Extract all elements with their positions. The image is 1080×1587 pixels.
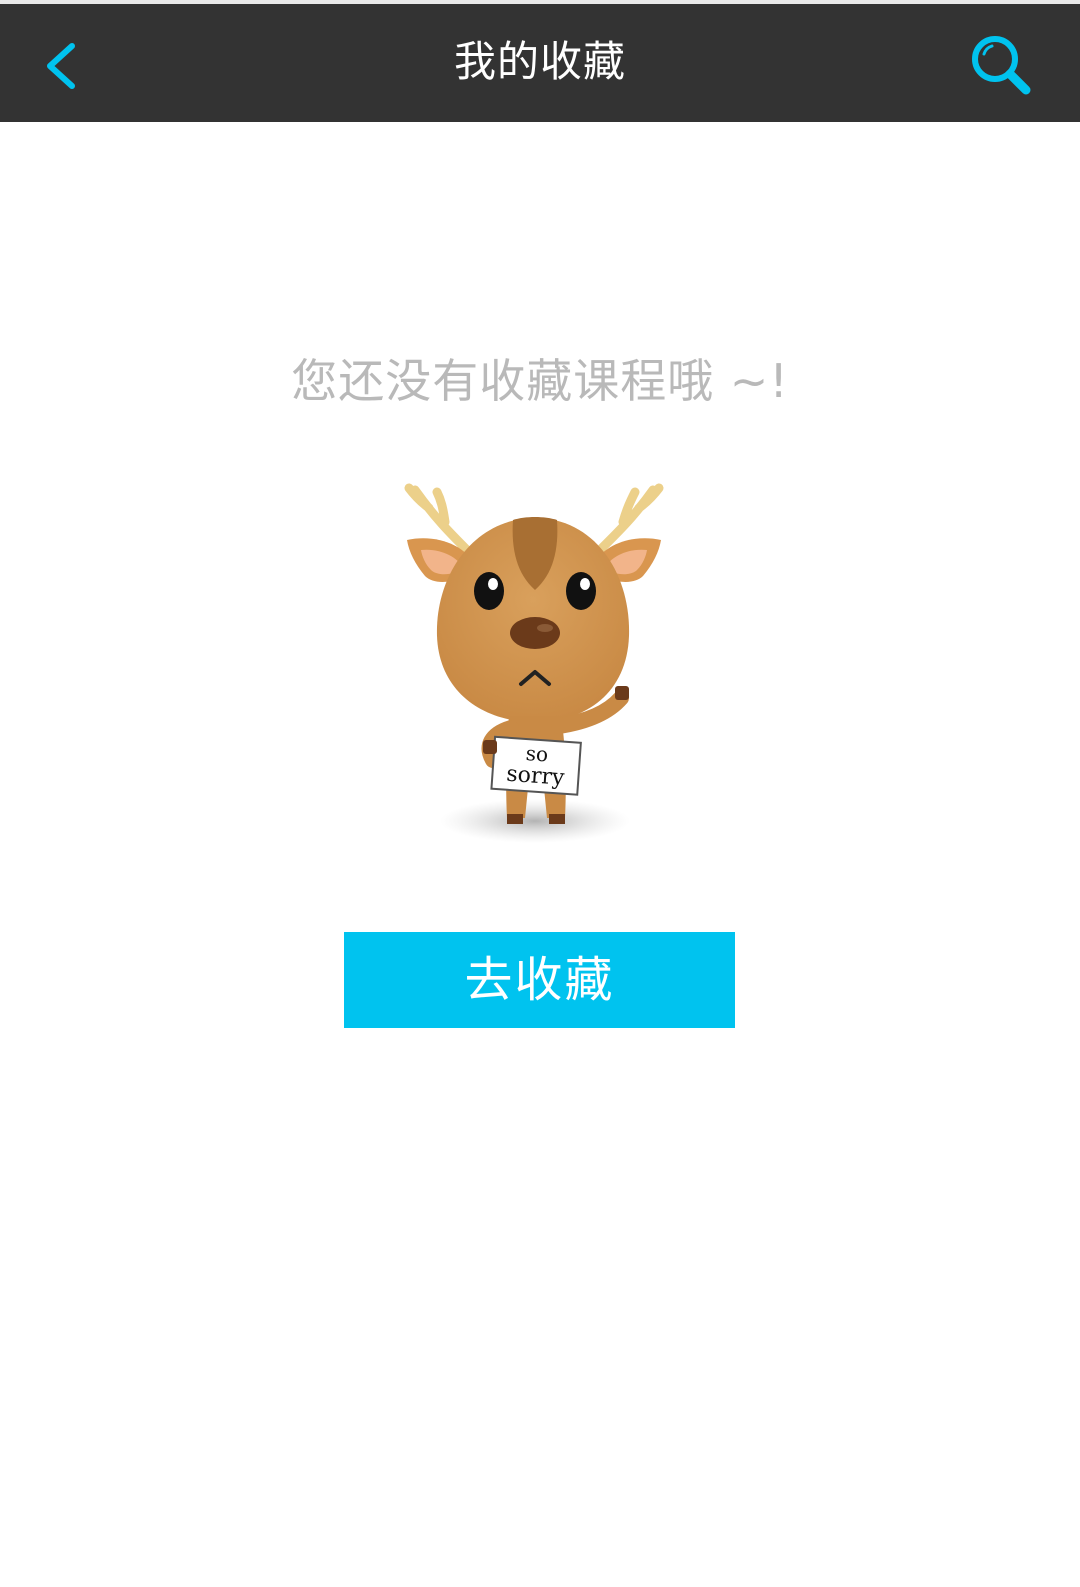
app-header: 我的收藏 xyxy=(0,4,1080,122)
search-button[interactable] xyxy=(968,32,1038,102)
deer-mascot-illustration: so sorry xyxy=(395,478,685,858)
go-collect-button[interactable]: 去收藏 xyxy=(344,932,735,1028)
search-icon xyxy=(972,36,1031,95)
page-title: 我的收藏 xyxy=(453,37,626,86)
favorites-page: 我的收藏 您还没有收藏课程哦 ~! so sorry 去收藏 xyxy=(0,0,1080,1587)
empty-state-message: 您还没有收藏课程哦 ~! xyxy=(291,354,789,408)
sign-text-line-2: sorry xyxy=(506,762,566,791)
